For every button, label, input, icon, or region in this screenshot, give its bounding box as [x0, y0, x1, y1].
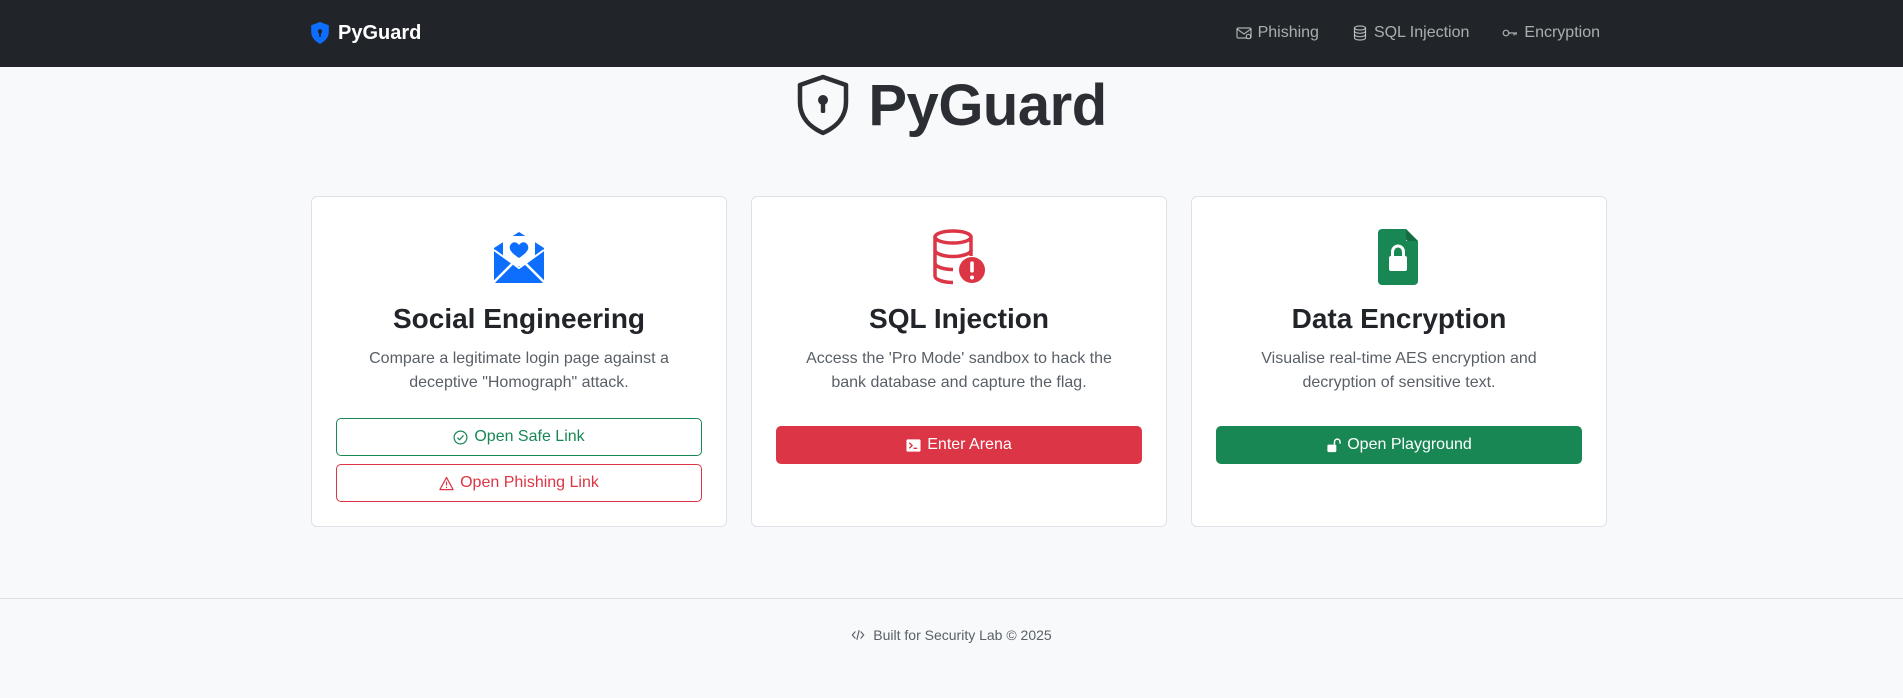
enter-arena-button[interactable]: Enter Arena: [776, 426, 1142, 464]
open-safe-link-label: Open Safe Link: [474, 428, 585, 445]
terminal-icon: [906, 438, 921, 452]
footer: Built for Security Lab © 2025: [0, 598, 1903, 698]
shield-icon: [311, 22, 329, 44]
hero-title: PyGuard: [0, 68, 1903, 142]
open-phishing-link-button[interactable]: Open Phishing Link: [336, 464, 702, 502]
open-playground-label: Open Playground: [1347, 436, 1472, 453]
envelope-icon: [1235, 27, 1252, 40]
nav-links: Phishing SQL Injection Encryption: [1235, 20, 1600, 46]
navbar-brand[interactable]: PyGuard: [311, 20, 421, 46]
navbar: PyGuard Phishing SQL Injection Encryptio…: [0, 0, 1903, 67]
code-icon: [851, 630, 865, 640]
database-icon: [1353, 25, 1367, 41]
card-title: Data Encryption: [1291, 303, 1507, 334]
database-exclamation-icon: [933, 229, 985, 285]
card-description: Compare a legitimate login page against …: [369, 350, 669, 391]
open-playground-button[interactable]: Open Playground: [1216, 426, 1582, 464]
warning-icon: [439, 476, 454, 490]
envelope-heart-icon: [493, 232, 545, 283]
open-safe-link-button[interactable]: Open Safe Link: [336, 418, 702, 456]
card-title: SQL Injection: [869, 303, 1049, 334]
open-phishing-link-label: Open Phishing Link: [460, 474, 599, 491]
nav-link-sql-injection[interactable]: SQL Injection: [1352, 24, 1469, 42]
nav-link-encryption-label: Encryption: [1524, 24, 1600, 41]
card-description: Visualise real-time AES encryption and d…: [1261, 350, 1537, 391]
nav-link-sql-injection-label: SQL Injection: [1373, 24, 1470, 41]
key-icon: [1503, 29, 1518, 37]
card-sql-injection: SQL Injection Access the 'Pro Mode' sand…: [751, 196, 1167, 527]
card-title: Social Engineering: [392, 303, 646, 334]
card-description: Access the 'Pro Mode' sandbox to hack th…: [806, 350, 1112, 391]
file-lock-icon: [1378, 229, 1418, 285]
brand-label: PyGuard: [338, 21, 422, 44]
unlock-icon: [1327, 437, 1342, 452]
shield-lock-icon: [798, 74, 849, 136]
card-data-encryption: Data Encryption Visualise real-time AES …: [1191, 196, 1607, 527]
footer-text: Built for Security Lab © 2025: [873, 627, 1052, 643]
nav-link-phishing[interactable]: Phishing: [1235, 24, 1319, 42]
nav-link-encryption[interactable]: Encryption: [1502, 24, 1600, 42]
nav-link-phishing-label: Phishing: [1257, 24, 1319, 41]
hero-heading: PyGuard: [868, 72, 1107, 138]
check-circle-icon: [453, 430, 468, 444]
card-social-engineering: Social Engineering Compare a legitimate …: [311, 196, 727, 527]
enter-arena-label: Enter Arena: [927, 436, 1012, 453]
